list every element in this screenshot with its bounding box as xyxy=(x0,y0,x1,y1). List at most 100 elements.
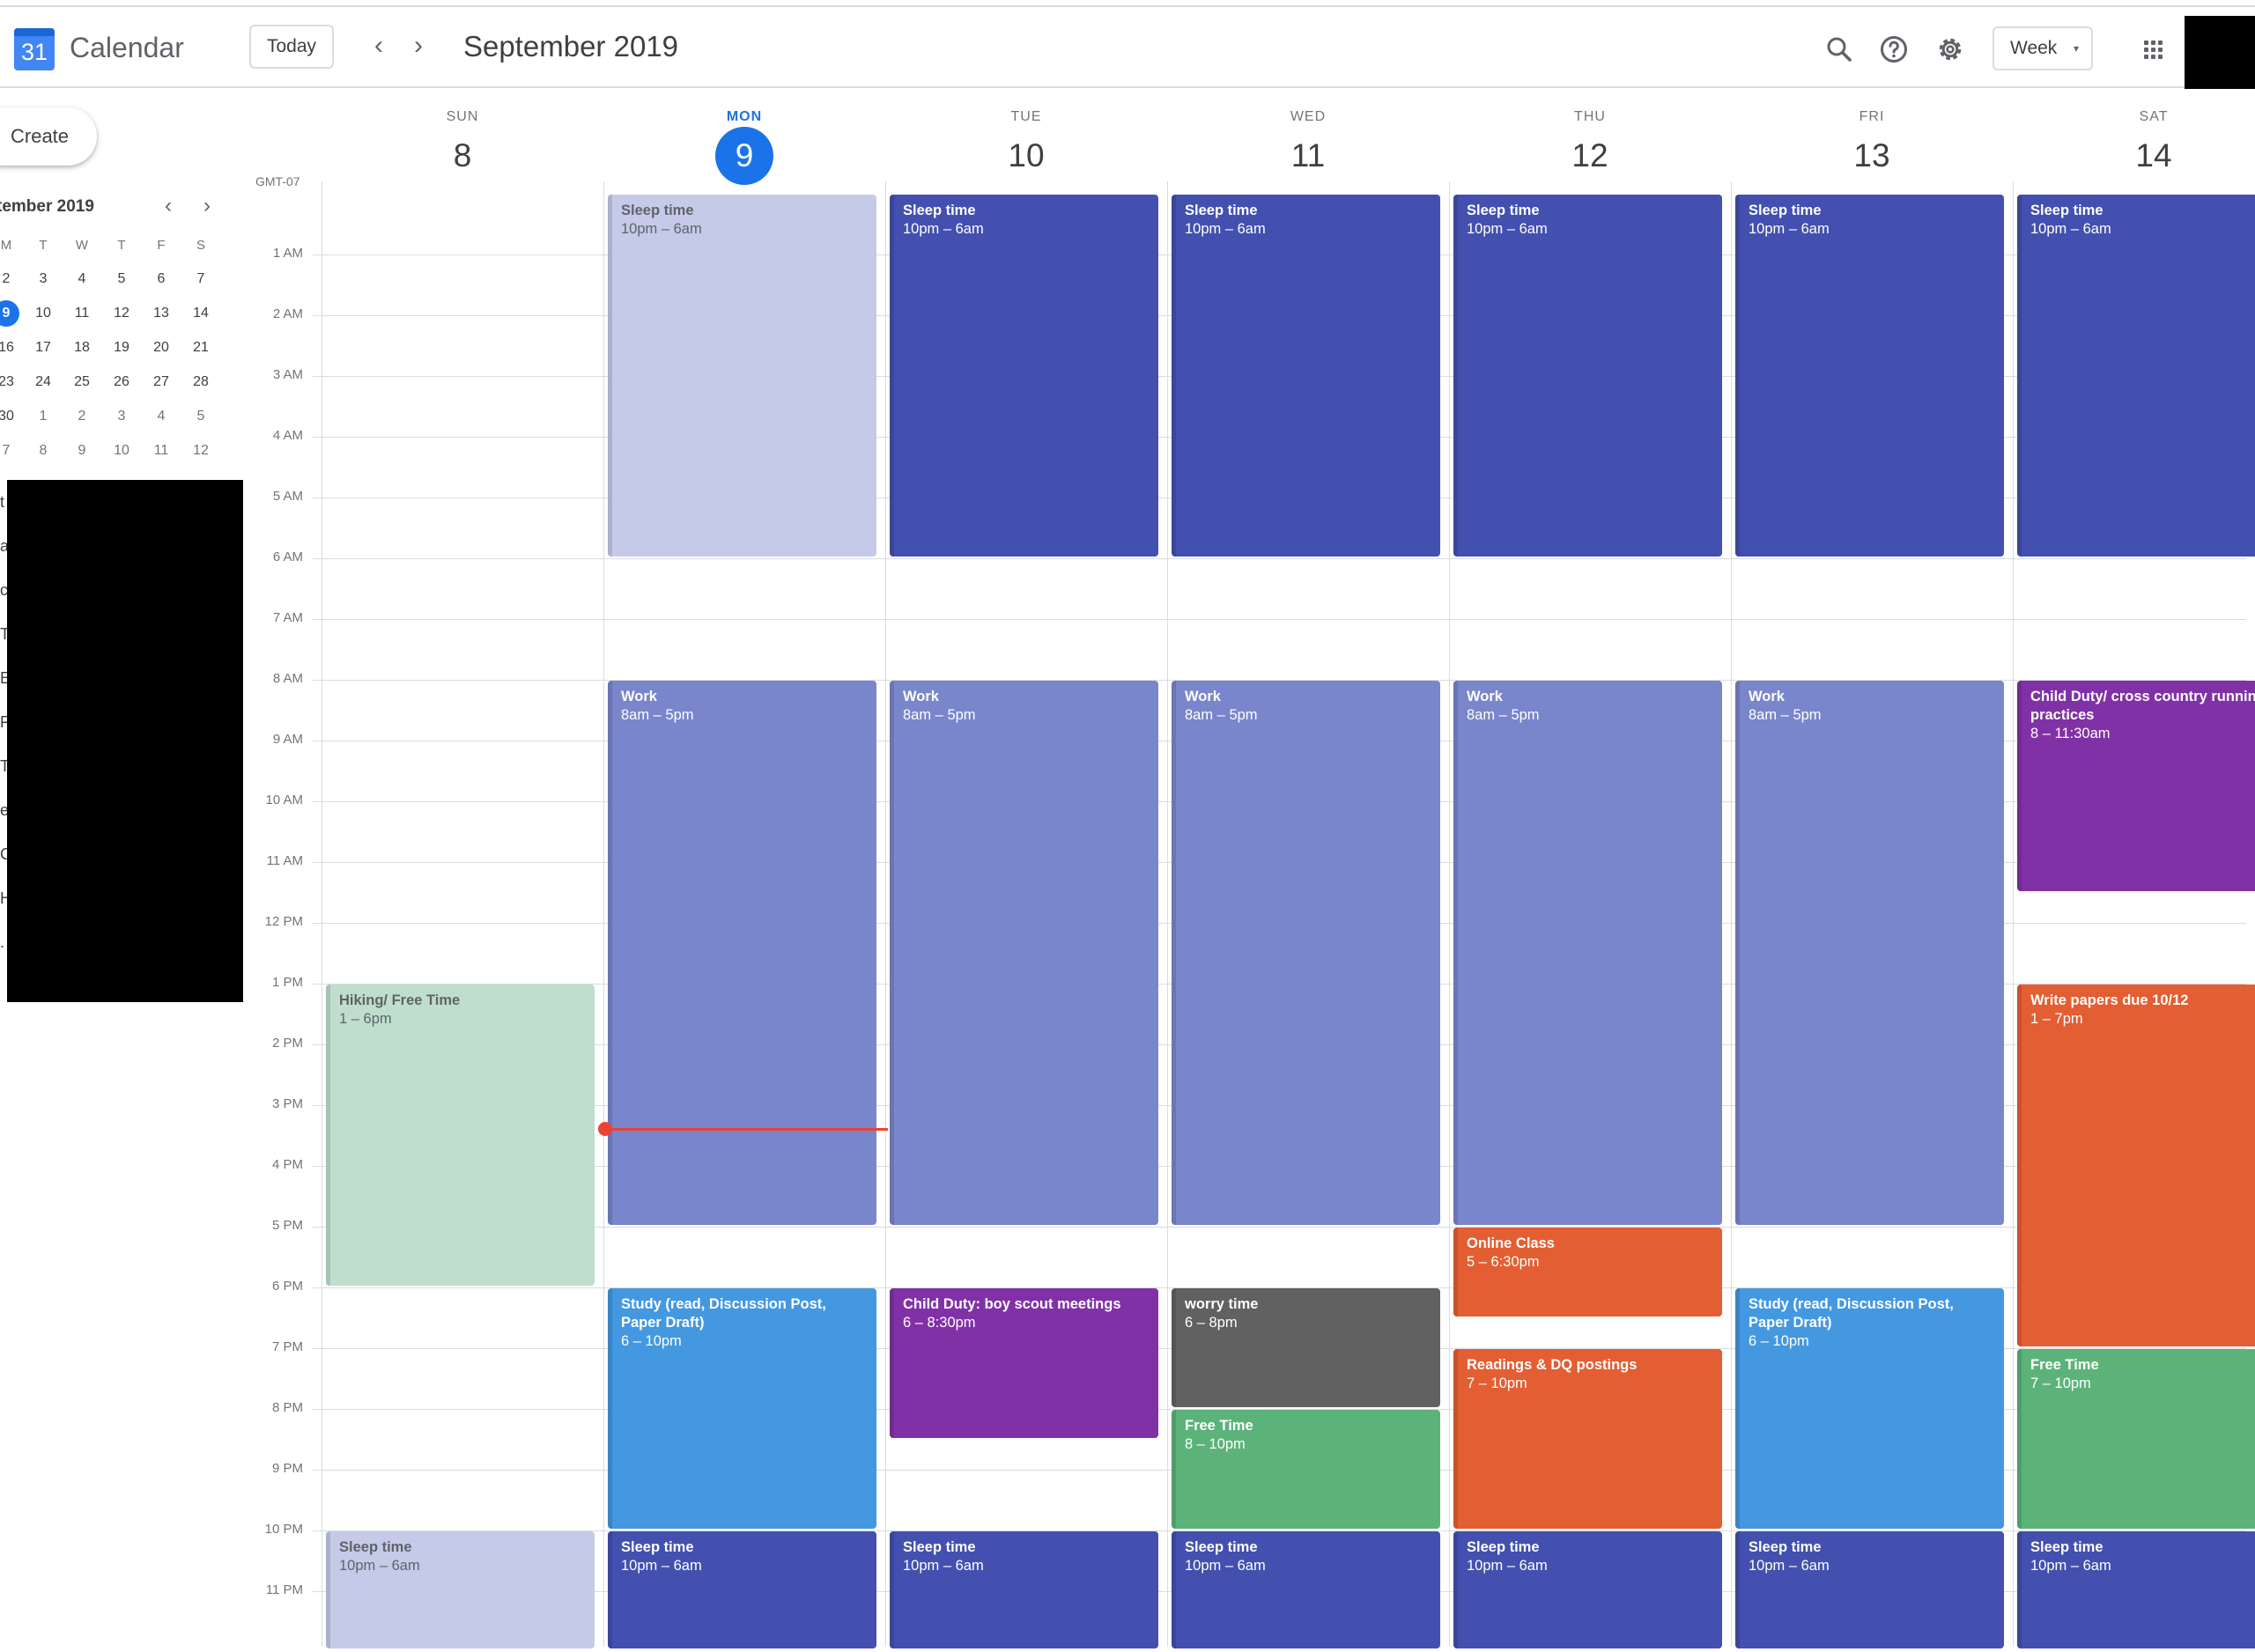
date-button[interactable]: 10 xyxy=(885,130,1167,187)
calendar-event[interactable]: Work 8am – 5pm xyxy=(1735,681,2004,1225)
date-button[interactable]: 14 xyxy=(2013,130,2255,187)
calendar-list-item[interactable]: F xyxy=(0,713,7,732)
calendar-list-item[interactable]: T xyxy=(0,625,7,644)
mini-calendar-day[interactable]: 2 xyxy=(0,266,19,292)
calendar-logo-icon[interactable]: 31 xyxy=(14,28,55,70)
calendar-list-item[interactable]: . xyxy=(0,933,7,952)
mini-calendar-day[interactable]: 23 xyxy=(0,369,19,395)
calendar-event[interactable]: Write papers due 10/12 1 – 7pm xyxy=(2017,985,2255,1346)
mini-calendar-day[interactable]: 1 xyxy=(30,403,56,430)
calendar-event[interactable]: Sleep time 10pm – 6am xyxy=(890,195,1158,557)
calendar-event[interactable]: Child Duty/ cross country running practi… xyxy=(2017,681,2255,891)
mini-calendar-day[interactable]: 5 xyxy=(188,403,214,430)
calendar-list-item[interactable]: a xyxy=(0,537,7,556)
help-icon[interactable] xyxy=(1878,33,1910,65)
hour-label: 1 PM xyxy=(271,975,303,990)
mini-calendar-day[interactable]: 3 xyxy=(30,266,56,292)
calendar-event[interactable]: Free Time 7 – 10pm xyxy=(2017,1349,2255,1529)
mini-calendar-prev-button[interactable]: ‹ xyxy=(155,194,181,218)
mini-calendar-day[interactable]: 16 xyxy=(0,335,19,361)
mini-calendar-day[interactable]: 11 xyxy=(148,438,174,464)
date-button[interactable]: 8 xyxy=(322,130,603,187)
mini-calendar-day[interactable]: 5 xyxy=(108,266,135,292)
mini-calendar-day[interactable]: 25 xyxy=(69,369,95,395)
search-icon[interactable] xyxy=(1823,33,1855,65)
calendar-event[interactable]: Sleep time 10pm – 6am xyxy=(608,1531,876,1648)
calendar-event[interactable]: Sleep time 10pm – 6am xyxy=(1453,1531,1722,1648)
day-column-divider xyxy=(2013,181,2014,1647)
mini-calendar-day[interactable]: 4 xyxy=(148,403,174,430)
calendar-list-item[interactable]: T xyxy=(0,757,7,776)
date-button[interactable]: 13 xyxy=(1731,130,2013,187)
calendar-event[interactable]: Sleep time 10pm – 6am xyxy=(1735,195,2004,557)
calendar-event[interactable]: Sleep time 10pm – 6am xyxy=(1453,195,1722,557)
day-of-week-label: MON xyxy=(726,109,763,124)
calendar-list-item[interactable]: H xyxy=(0,889,7,908)
mini-calendar-day[interactable]: 20 xyxy=(148,335,174,361)
mini-calendar-day[interactable]: 17 xyxy=(30,335,56,361)
mini-calendar-day[interactable]: 2 xyxy=(69,403,95,430)
app-title[interactable]: Calendar xyxy=(70,32,184,64)
calendar-event[interactable]: worry time 6 – 8pm xyxy=(1172,1288,1440,1407)
mini-calendar-day[interactable]: 26 xyxy=(108,369,135,395)
calendar-event[interactable]: Work 8am – 5pm xyxy=(608,681,876,1225)
mini-calendar-day[interactable]: 11 xyxy=(69,300,95,327)
mini-calendar-day[interactable]: 12 xyxy=(188,438,214,464)
create-button[interactable]: Create xyxy=(0,107,97,166)
date-button[interactable]: 11 xyxy=(1167,130,1449,187)
date-button[interactable]: 12 xyxy=(1449,130,1731,187)
calendar-event[interactable]: Free Time 8 – 10pm xyxy=(1172,1410,1440,1529)
calendar-list-item[interactable]: C xyxy=(0,845,7,864)
settings-icon[interactable] xyxy=(1934,33,1966,65)
calendar-list-item[interactable]: t xyxy=(0,493,7,512)
mini-calendar-day[interactable]: 9 xyxy=(69,438,95,464)
calendar-event[interactable]: Child Duty: boy scout meetings 6 – 8:30pm xyxy=(890,1288,1158,1438)
event-title: Sleep time xyxy=(903,1539,976,1555)
mini-calendar-day[interactable]: 14 xyxy=(188,300,214,327)
calendar-event[interactable]: Sleep time 10pm – 6am xyxy=(608,195,876,557)
calendar-event[interactable]: Sleep time 10pm – 6am xyxy=(2017,195,2255,557)
mini-calendar-day[interactable]: 7 xyxy=(0,438,19,464)
calendar-list-item[interactable]: c xyxy=(0,581,7,600)
calendar-event[interactable]: Study (read, Discussion Post, Paper Draf… xyxy=(1735,1288,2004,1529)
mini-calendar-day[interactable]: 30 xyxy=(0,403,19,430)
mini-calendar-day[interactable]: 21 xyxy=(188,335,214,361)
mini-calendar-day[interactable]: 10 xyxy=(30,300,56,327)
calendar-event[interactable]: Readings & DQ postings 7 – 10pm xyxy=(1453,1349,1722,1529)
previous-week-button[interactable]: ‹ xyxy=(363,30,395,62)
calendar-list-item[interactable]: E xyxy=(0,669,7,688)
calendar-event[interactable]: Sleep time 10pm – 6am xyxy=(890,1531,1158,1648)
calendar-event[interactable]: Sleep time 10pm – 6am xyxy=(2017,1531,2255,1648)
mini-calendar-day[interactable]: 8 xyxy=(30,438,56,464)
calendar-event[interactable]: Sleep time 10pm – 6am xyxy=(1735,1531,2004,1648)
mini-calendar-day[interactable]: 27 xyxy=(148,369,174,395)
calendar-event[interactable]: Hiking/ Free Time 1 – 6pm xyxy=(326,985,595,1286)
calendar-event[interactable]: Work 8am – 5pm xyxy=(1453,681,1722,1225)
mini-calendar-day[interactable]: 19 xyxy=(108,335,135,361)
apps-grid-icon[interactable] xyxy=(2144,41,2163,60)
mini-calendar-day[interactable]: 6 xyxy=(148,266,174,292)
mini-calendar-next-button[interactable]: › xyxy=(194,194,220,218)
calendar-event[interactable]: Sleep time 10pm – 6am xyxy=(1172,1531,1440,1648)
next-week-button[interactable]: › xyxy=(403,30,434,62)
today-button[interactable]: Today xyxy=(249,25,334,69)
calendar-list-item[interactable]: e xyxy=(0,801,7,820)
mini-calendar-day[interactable]: 7 xyxy=(188,266,214,292)
calendar-event[interactable]: Online Class 5 – 6:30pm xyxy=(1453,1228,1722,1316)
calendar-event[interactable]: Work 8am – 5pm xyxy=(890,681,1158,1225)
mini-calendar-day[interactable]: 18 xyxy=(69,335,95,361)
mini-calendar-day[interactable]: 10 xyxy=(108,438,135,464)
mini-calendar-day[interactable]: 13 xyxy=(148,300,174,327)
mini-calendar-day[interactable]: 24 xyxy=(30,369,56,395)
calendar-event[interactable]: Study (read, Discussion Post, Paper Draf… xyxy=(608,1288,876,1529)
calendar-event[interactable]: Work 8am – 5pm xyxy=(1172,681,1440,1225)
today-date-button[interactable]: 9 xyxy=(603,127,885,187)
calendar-event[interactable]: Sleep time 10pm – 6am xyxy=(1172,195,1440,557)
view-selector[interactable]: Week ▾ xyxy=(1993,26,2093,70)
mini-calendar-day[interactable]: 3 xyxy=(108,403,135,430)
mini-calendar-day[interactable]: 28 xyxy=(188,369,214,395)
mini-calendar-day[interactable]: 4 xyxy=(69,266,95,292)
calendar-event[interactable]: Sleep time 10pm – 6am xyxy=(326,1531,595,1648)
mini-calendar-day[interactable]: 12 xyxy=(108,300,135,327)
mini-calendar-day[interactable]: 9 xyxy=(0,300,19,327)
